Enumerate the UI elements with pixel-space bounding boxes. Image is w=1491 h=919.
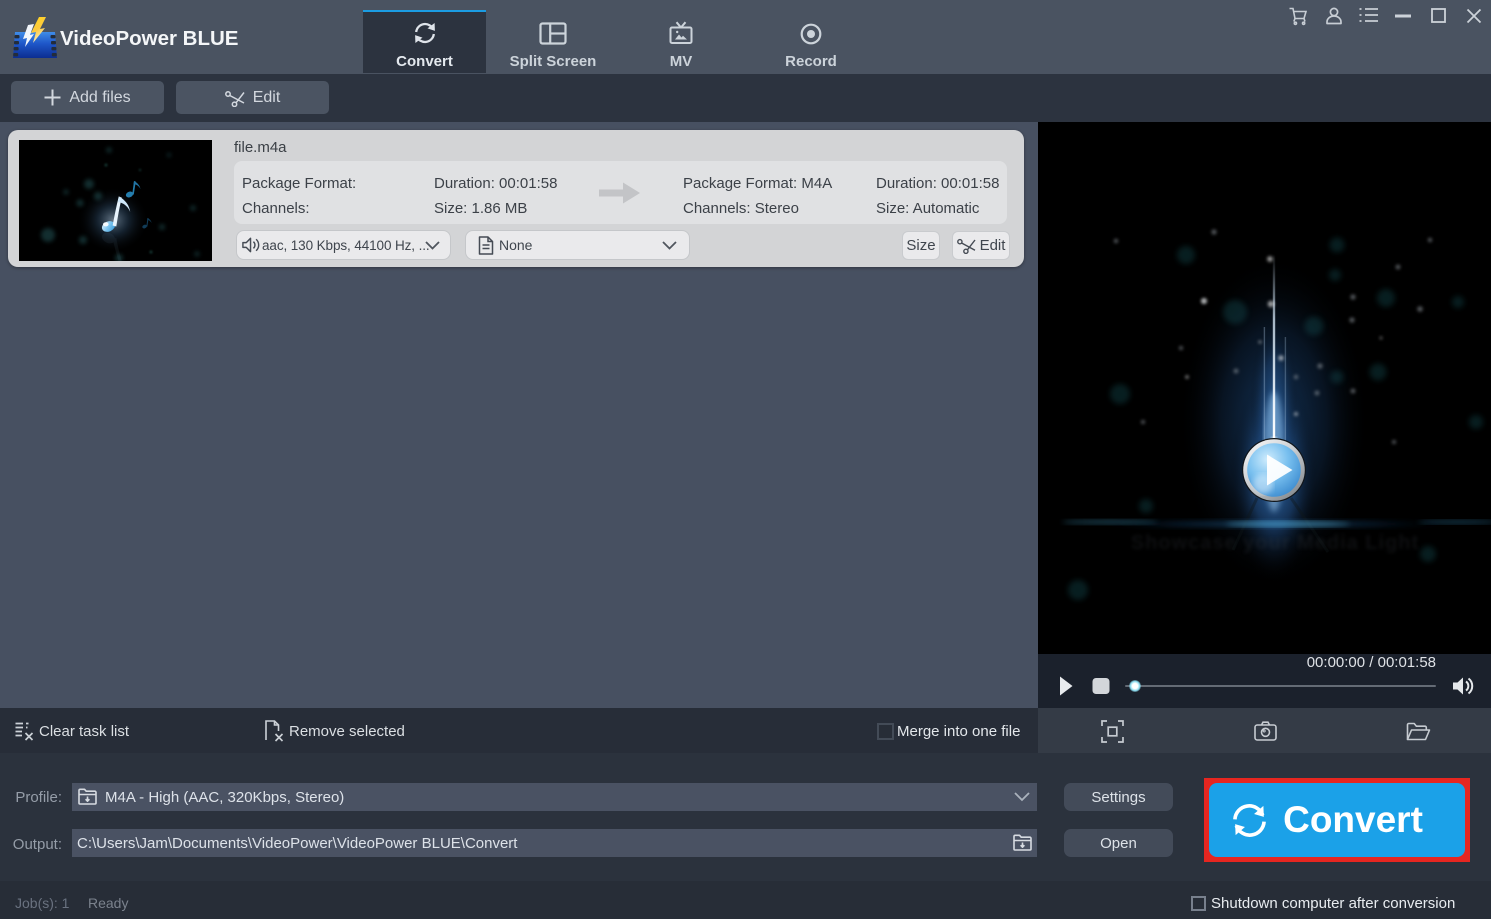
svg-text:Showcase your Media Light: Showcase your Media Light — [1131, 532, 1419, 554]
